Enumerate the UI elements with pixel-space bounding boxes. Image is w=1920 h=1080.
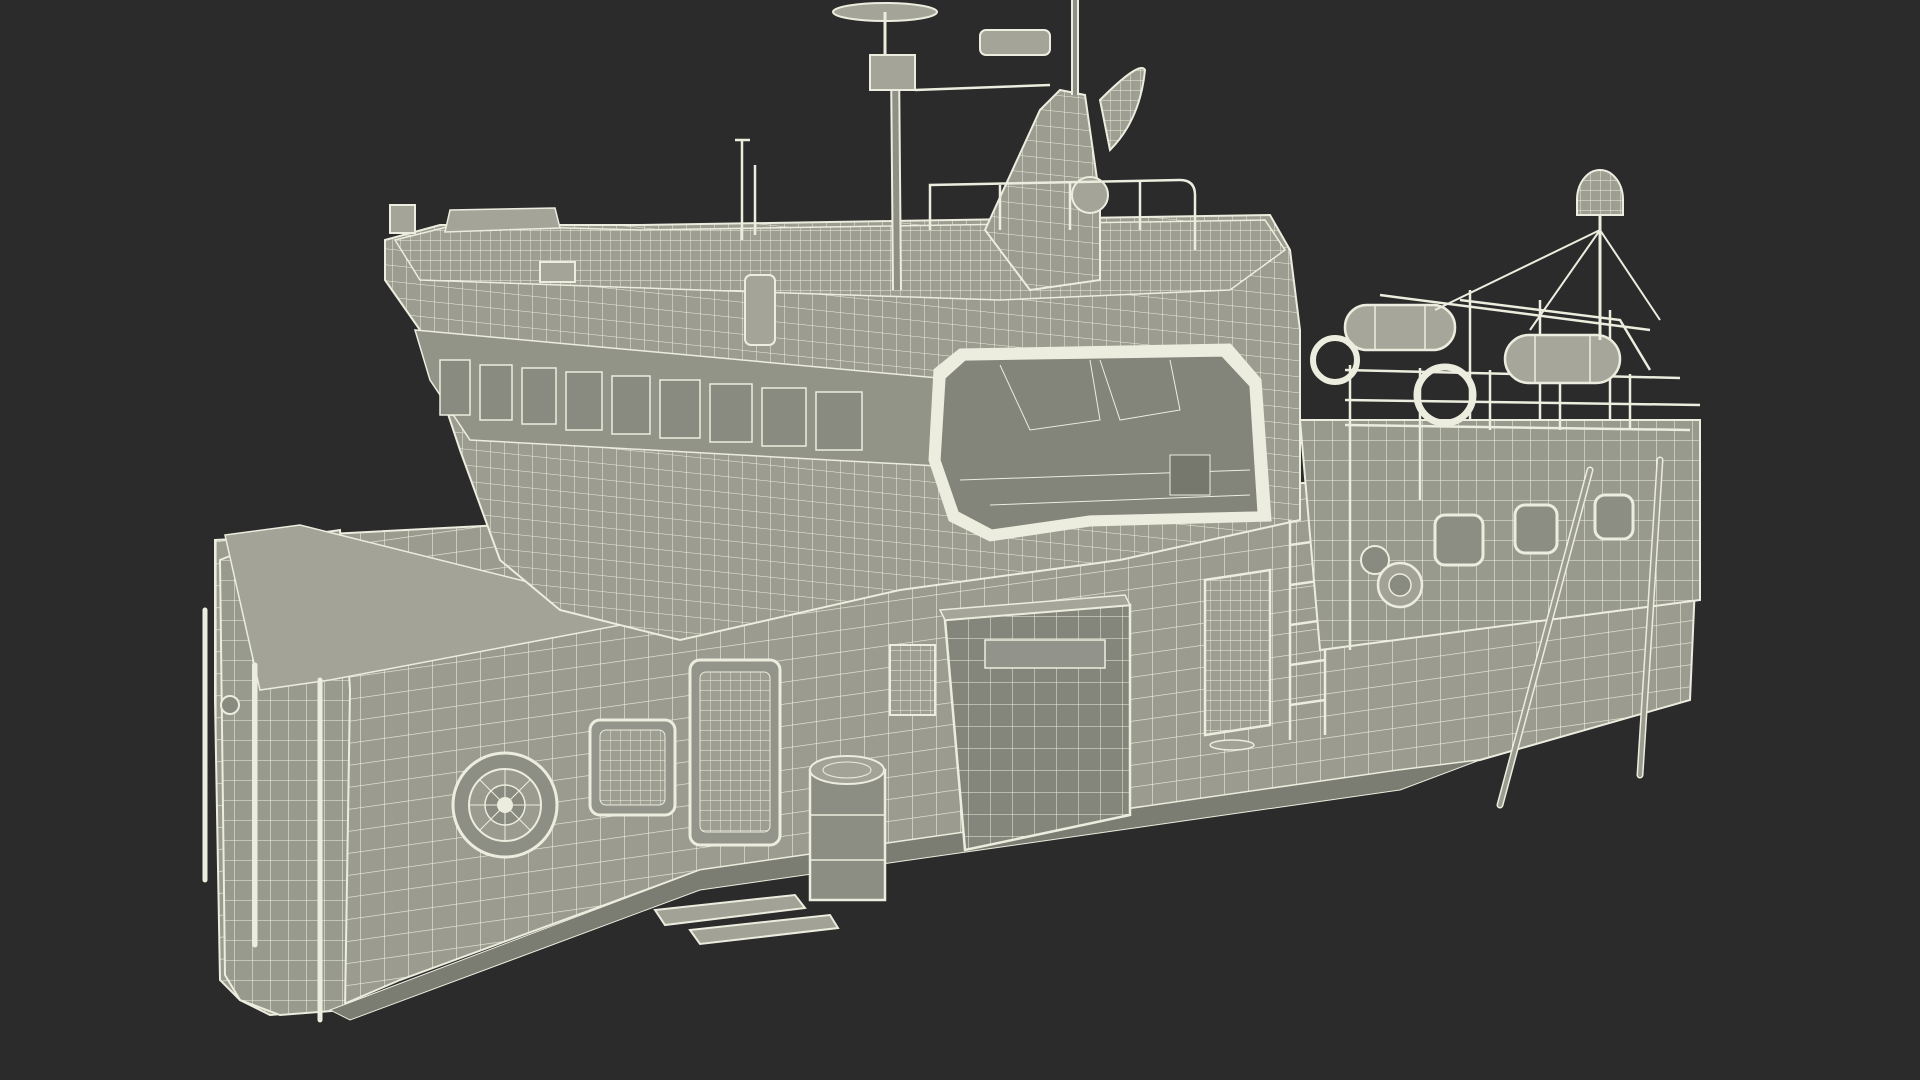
wireframe-render xyxy=(202,0,1702,1023)
viewport xyxy=(0,0,1920,1080)
barrel xyxy=(808,755,887,902)
step-plates xyxy=(653,893,840,946)
life-rafts xyxy=(1310,303,1622,427)
side-door-right xyxy=(1203,568,1272,751)
